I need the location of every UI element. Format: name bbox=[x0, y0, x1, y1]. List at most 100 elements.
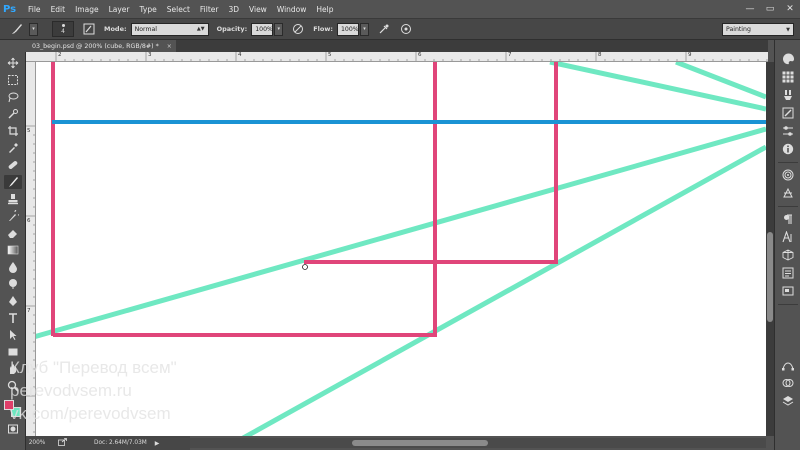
ruler-left-label: 6 bbox=[27, 218, 31, 224]
pen-icon[interactable] bbox=[4, 294, 22, 308]
menu-edit[interactable]: Edit bbox=[46, 0, 71, 18]
close-tab-icon[interactable]: × bbox=[167, 43, 172, 50]
mode-select[interactable]: Normal ▲▼ bbox=[130, 22, 209, 36]
properties-icon[interactable] bbox=[781, 266, 795, 280]
quick-mask-icon[interactable] bbox=[4, 422, 22, 436]
menu-type[interactable]: Type bbox=[135, 0, 162, 18]
paragraph-icon[interactable] bbox=[781, 212, 795, 226]
menu-view[interactable]: View bbox=[244, 0, 272, 18]
brush-panel-icon[interactable] bbox=[781, 106, 795, 120]
document-tab-title: 03_begin.psd @ 200% (cube, RGB/8#) * bbox=[32, 42, 159, 50]
workspace-value: Painting bbox=[726, 26, 751, 33]
minimize-button[interactable]: — bbox=[740, 0, 760, 18]
maximize-button[interactable]: ▭ bbox=[760, 0, 780, 18]
perspective-line bbox=[36, 126, 766, 339]
status-bar: 200% Doc: 2.64M/7.03M ▶ bbox=[26, 436, 190, 450]
ruler-top-label: 7 bbox=[508, 52, 512, 58]
export-icon[interactable] bbox=[58, 438, 68, 448]
lasso-icon[interactable] bbox=[4, 90, 22, 104]
zoom-icon[interactable] bbox=[4, 379, 22, 393]
blur-icon[interactable] bbox=[4, 260, 22, 274]
navigator-icon[interactable] bbox=[781, 284, 795, 298]
rectangle-icon[interactable] bbox=[4, 345, 22, 359]
paths-icon[interactable] bbox=[781, 358, 795, 372]
history-icon[interactable] bbox=[781, 168, 795, 182]
hand-icon[interactable] bbox=[4, 362, 22, 376]
3d-icon[interactable] bbox=[781, 248, 795, 262]
airbrush-icon[interactable] bbox=[377, 22, 391, 36]
ruler-left-label: 5 bbox=[27, 128, 31, 134]
quick-select-icon[interactable] bbox=[4, 107, 22, 121]
opacity-input[interactable]: 100% bbox=[251, 22, 274, 36]
color-panel-icon[interactable] bbox=[781, 52, 795, 66]
ruler-top-label: 5 bbox=[328, 52, 332, 58]
status-menu-arrow-icon[interactable]: ▶ bbox=[155, 440, 160, 447]
pressure-size-icon[interactable] bbox=[399, 22, 413, 36]
character-icon[interactable] bbox=[781, 230, 795, 244]
menu-filter[interactable]: Filter bbox=[195, 0, 224, 18]
swatches-icon[interactable] bbox=[781, 70, 795, 84]
opacity-dropdown[interactable]: ▾ bbox=[274, 22, 284, 36]
pressure-opacity-icon[interactable] bbox=[291, 22, 305, 36]
path-select-icon[interactable] bbox=[4, 328, 22, 342]
stamp-icon[interactable] bbox=[4, 192, 22, 206]
photoshop-logo: Ps bbox=[3, 3, 17, 15]
move-icon[interactable] bbox=[4, 56, 22, 70]
vertical-ruler: 5 6 7 bbox=[26, 62, 36, 436]
adjustments-icon[interactable] bbox=[781, 124, 795, 138]
panel-dock bbox=[774, 40, 800, 450]
mode-value: Normal bbox=[134, 25, 157, 33]
vertical-scrollbar-thumb[interactable] bbox=[767, 232, 773, 322]
menu-3d[interactable]: 3D bbox=[223, 0, 244, 18]
ruler-ticks bbox=[55, 52, 768, 61]
flow-input[interactable]: 100% bbox=[336, 22, 359, 36]
layers-icon[interactable] bbox=[781, 394, 795, 408]
marquee-icon[interactable] bbox=[4, 73, 22, 87]
actions-icon[interactable] bbox=[781, 186, 795, 200]
dodge-icon[interactable] bbox=[4, 277, 22, 291]
tools-panel bbox=[0, 52, 26, 450]
brush-panel-toggle-icon[interactable] bbox=[82, 22, 96, 36]
brush-preset-dropdown[interactable]: ▾ bbox=[29, 22, 38, 36]
brush-presets-icon[interactable] bbox=[781, 88, 795, 102]
flow-dropdown[interactable]: ▾ bbox=[359, 22, 369, 36]
type-icon[interactable] bbox=[4, 311, 22, 325]
brush-icon[interactable] bbox=[4, 175, 22, 189]
channels-icon[interactable] bbox=[781, 376, 795, 390]
workspace-select[interactable]: Painting ▼ bbox=[722, 23, 794, 36]
document-canvas[interactable] bbox=[36, 62, 766, 436]
menu-window[interactable]: Window bbox=[272, 0, 312, 18]
info-icon[interactable] bbox=[781, 142, 795, 156]
menu-help[interactable]: Help bbox=[311, 0, 338, 18]
opacity-label: Opacity: bbox=[216, 25, 248, 33]
chevron-down-icon: ▼ bbox=[786, 26, 790, 33]
horizontal-scrollbar-thumb[interactable] bbox=[352, 440, 488, 446]
vertical-scrollbar[interactable] bbox=[766, 62, 774, 436]
crop-icon[interactable] bbox=[4, 124, 22, 138]
menu-select[interactable]: Select bbox=[162, 0, 195, 18]
options-bar: ▾ 4 Mode: Normal ▲▼ Opacity: 100% ▾ Flow:… bbox=[0, 18, 800, 40]
document-tab-bar: 03_begin.psd @ 200% (cube, RGB/8#) * × bbox=[26, 40, 768, 52]
close-button[interactable]: ✕ bbox=[780, 0, 800, 18]
document-tab[interactable]: 03_begin.psd @ 200% (cube, RGB/8#) * × bbox=[26, 40, 176, 52]
ruler-ticks bbox=[26, 125, 35, 433]
brush-size-picker[interactable]: 4 bbox=[52, 21, 74, 37]
healing-icon[interactable] bbox=[4, 158, 22, 172]
gradient-icon[interactable] bbox=[4, 243, 22, 257]
ruler-top-label: 9 bbox=[688, 52, 692, 58]
eraser-icon[interactable] bbox=[4, 226, 22, 240]
chevron-down-icon: ▲▼ bbox=[196, 26, 205, 32]
ruler-top-label: 3 bbox=[148, 52, 152, 58]
eyedropper-icon[interactable] bbox=[4, 141, 22, 155]
horizontal-scrollbar[interactable] bbox=[190, 438, 766, 448]
doc-size: Doc: 2.64M/7.03M bbox=[94, 440, 147, 446]
zoom-level[interactable]: 200% bbox=[26, 440, 48, 446]
foreground-color-swatch[interactable] bbox=[4, 400, 14, 410]
history-brush-icon[interactable] bbox=[4, 209, 22, 223]
menu-layer[interactable]: Layer bbox=[104, 0, 135, 18]
menu-file[interactable]: File bbox=[23, 0, 46, 18]
photoshop-window: Ps File Edit Image Layer Type Select Fil… bbox=[0, 0, 800, 450]
menu-image[interactable]: Image bbox=[70, 0, 104, 18]
ruler-top-label: 8 bbox=[598, 52, 602, 58]
brush-preset-icon[interactable] bbox=[6, 19, 28, 39]
